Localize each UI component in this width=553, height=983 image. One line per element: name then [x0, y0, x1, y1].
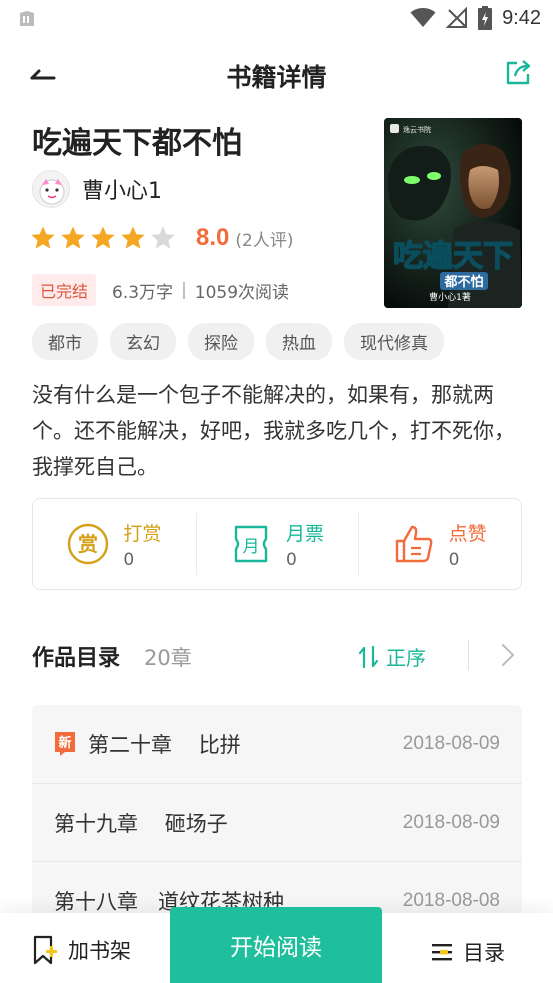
author-name[interactable]: 曹小心1 [82, 173, 162, 205]
tag-list: 都市 玄幻 探险 热血 现代修真 [32, 323, 444, 360]
toc-title: 作品目录 [32, 646, 121, 671]
bookmark-add-icon [33, 935, 57, 965]
star-filled-icon [91, 226, 115, 249]
action-panel: 赏 打赏 0 月 月票 0 点赞 0 [32, 498, 522, 590]
chapter-name: 第二十章 比拼 [88, 733, 241, 757]
app-bar: 书籍详情 [0, 46, 553, 102]
status-bar: 9:42 [0, 0, 553, 38]
cover-publisher: 逸云书院 [403, 125, 431, 134]
toc-button[interactable]: 目录 [431, 937, 505, 967]
chapter-date: 2018-08-09 [402, 811, 500, 833]
sort-icon [358, 645, 379, 668]
star-empty-icon [151, 226, 175, 249]
tag-chip[interactable]: 热血 [266, 323, 332, 360]
chapter-list: 新 第二十章 比拼 2018-08-09 第十九章 砸场子 2018-08-09… [32, 705, 522, 915]
reward-icon: 赏 [68, 523, 109, 565]
toc-label: 目录 [463, 941, 505, 965]
bottom-bar: 加书架 开始阅读 目录 [0, 907, 553, 983]
sort-label: 正序 [386, 646, 426, 670]
svg-text:赏: 赏 [78, 532, 98, 556]
book-intro: 没有什么是一个包子不能解决的，如果有，那就两个。还不能解决，好吧，我就多吃几个，… [32, 383, 515, 479]
chapter-date: 2018-08-08 [402, 889, 500, 911]
thumbs-up-icon [395, 525, 433, 563]
toc-chapter-count: 20章 [144, 646, 192, 670]
tag-chip[interactable]: 玄幻 [110, 323, 176, 360]
chapter-date: 2018-08-09 [402, 733, 500, 754]
author-row[interactable]: 曹小心1 [32, 170, 162, 208]
sort-order-button[interactable]: 正序 [358, 642, 426, 671]
rating-row: 8.0 (2人评) [30, 224, 293, 252]
read-count: 1059次阅读 [194, 282, 290, 303]
tag-chip[interactable]: 现代修真 [344, 323, 444, 360]
like-button[interactable]: 点赞 0 [358, 499, 521, 589]
ticket-icon: 月 [234, 525, 268, 563]
toc-header: 作品目录 20章 正序 [32, 638, 522, 674]
new-badge-icon: 新 [55, 732, 75, 756]
chapter-item[interactable]: 新 第二十章 比拼 2018-08-09 [32, 705, 522, 783]
rating-stars [30, 225, 176, 251]
list-icon [432, 944, 452, 961]
cover-title-line2: 都不怕 [443, 274, 483, 290]
sim-card-icon [20, 11, 34, 26]
review-count: (2人评) [235, 230, 294, 251]
cover-author: 曹小心1著 [429, 291, 471, 303]
chevron-right-icon[interactable] [498, 642, 518, 668]
svg-text:月: 月 [243, 537, 260, 557]
meta-row: 已完结 6.3万字 | 1059次阅读 [32, 274, 289, 306]
page-title: 书籍详情 [226, 63, 327, 92]
like-label: 点赞 [448, 522, 487, 545]
svg-text:新: 新 [58, 735, 71, 751]
add-to-shelf-label: 加书架 [68, 939, 131, 963]
star-filled-icon [121, 226, 145, 249]
reward-label: 打赏 [123, 522, 162, 545]
book-title: 吃遍天下都不怕 [32, 126, 242, 161]
clock: 9:42 [502, 6, 541, 29]
ticket-count: 0 [286, 549, 297, 570]
reward-button[interactable]: 赏 打赏 0 [33, 499, 196, 589]
ticket-label: 月票 [286, 522, 325, 545]
tag-chip[interactable]: 都市 [32, 323, 98, 360]
meta-separator: | [181, 280, 187, 300]
reward-count: 0 [123, 549, 135, 570]
word-count: 6.3万字 [112, 282, 174, 303]
star-filled-icon [61, 226, 85, 249]
start-reading-button[interactable]: 开始阅读 [170, 907, 382, 983]
share-icon[interactable] [503, 58, 533, 88]
wifi-icon [410, 8, 436, 27]
toc-divider [468, 640, 469, 670]
rating-score: 8.0 [196, 224, 230, 251]
cover-title-line1: 吃遍天下 [393, 239, 513, 274]
book-cover[interactable]: 逸云书院 吃遍天下 都不怕 曹小心1著 [384, 118, 522, 308]
chapter-name: 第十九章 砸场子 [54, 811, 228, 836]
tag-chip[interactable]: 探险 [188, 323, 254, 360]
battery-charging-icon [478, 6, 493, 30]
chapter-item[interactable]: 第十九章 砸场子 2018-08-09 [32, 783, 522, 861]
like-count: 0 [448, 549, 460, 570]
status-badge: 已完结 [32, 274, 97, 306]
monthly-ticket-button[interactable]: 月 月票 0 [195, 499, 359, 589]
star-filled-icon [31, 226, 55, 249]
author-avatar[interactable] [32, 170, 70, 208]
no-signal-icon [446, 7, 468, 28]
add-to-shelf-button[interactable]: 加书架 [32, 935, 131, 965]
